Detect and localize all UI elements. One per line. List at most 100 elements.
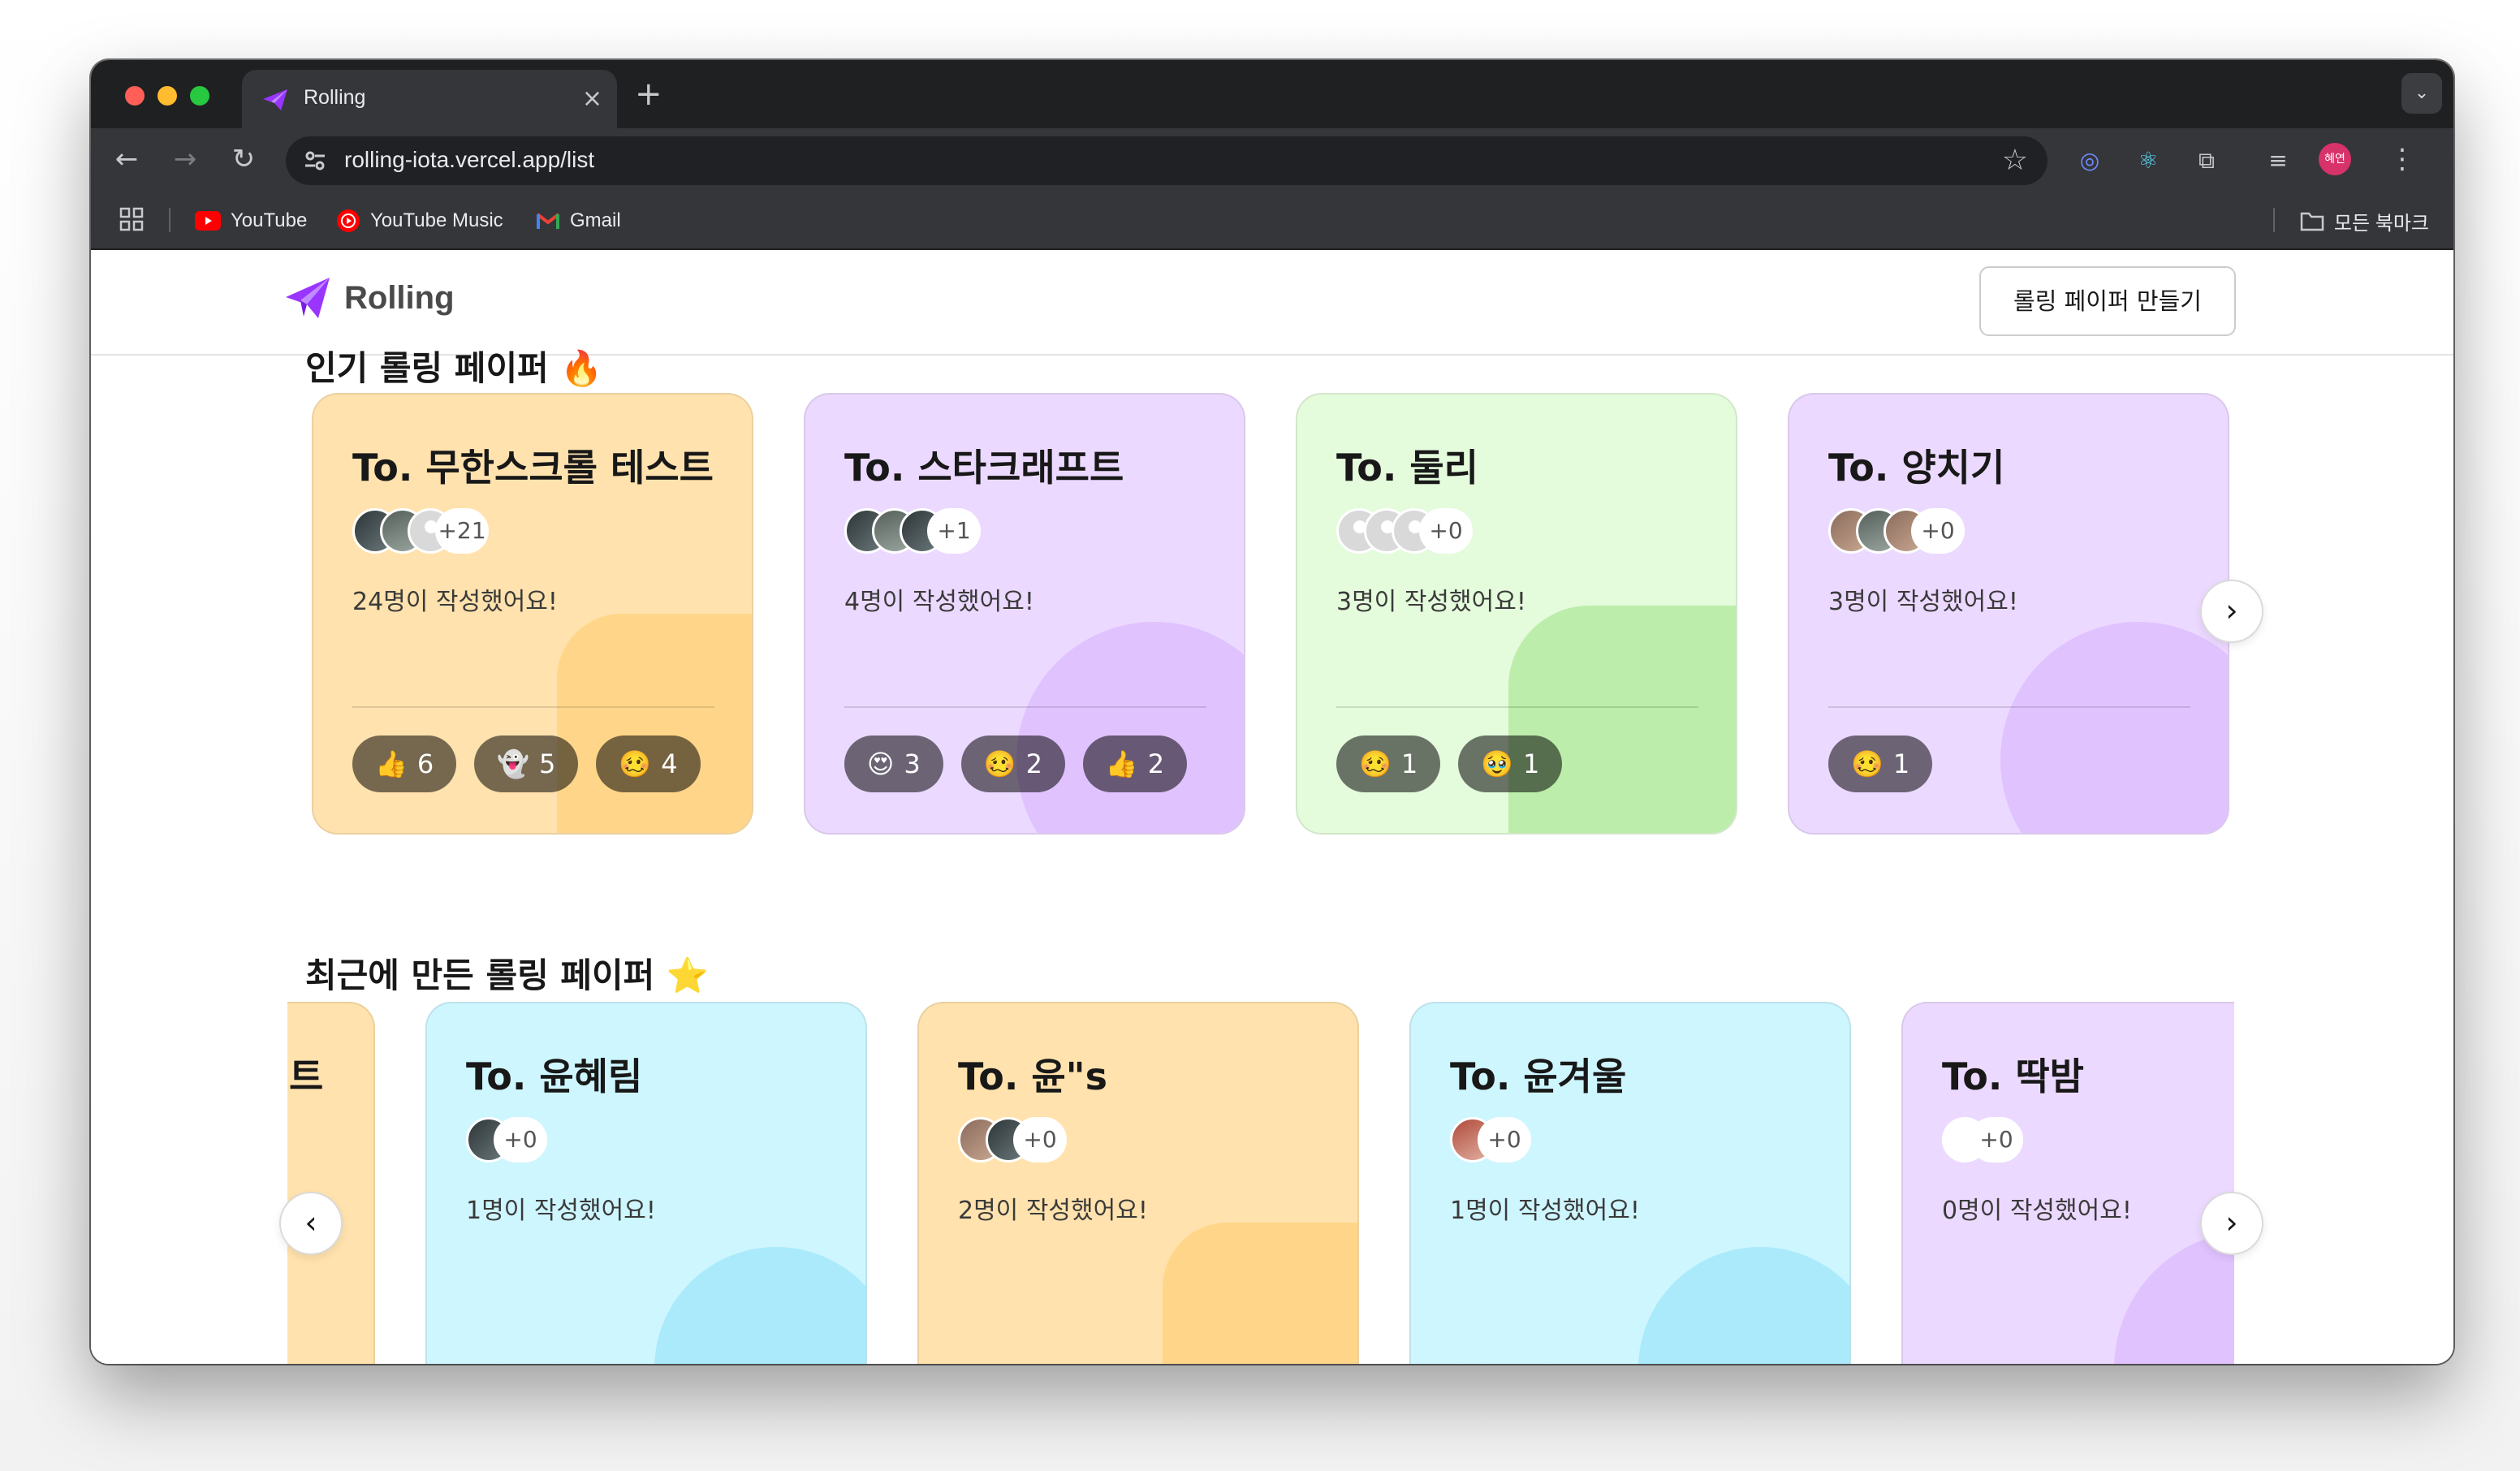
forward-arrow-icon[interactable]: → bbox=[166, 140, 205, 179]
card-decoration bbox=[1508, 606, 1736, 833]
writer-avatars: +0 bbox=[1828, 508, 1965, 554]
reaction-badge: 😍 3 bbox=[844, 736, 943, 792]
card-decoration bbox=[654, 1247, 865, 1364]
rolling-paper-card[interactable]: To. 양치기 +0 3명이 작성했어요! 🥴 1 bbox=[1788, 393, 2229, 835]
writer-avatars: +0 bbox=[466, 1117, 547, 1163]
profile-avatar[interactable]: 혜연 bbox=[2319, 143, 2351, 175]
tab-search-button[interactable]: ⌄ bbox=[2401, 73, 2442, 114]
browser-tab[interactable]: Rolling × bbox=[242, 70, 617, 128]
bookmark-gmail[interactable]: Gmail bbox=[536, 206, 621, 235]
reaction-badge: 🥴 1 bbox=[1828, 736, 1933, 792]
reaction-count: 1 bbox=[1892, 748, 1910, 779]
card-recipient: To. 딱밤 bbox=[1942, 1055, 2085, 1098]
reaction-list: 😍 3 🥴 2 👍 2 bbox=[844, 736, 1188, 792]
reaction-emoji: 🥴 bbox=[983, 748, 1016, 779]
extensions-puzzle-icon[interactable]: ⧉ bbox=[2189, 143, 2224, 179]
logo[interactable]: Rolling bbox=[284, 276, 455, 320]
card-decoration bbox=[1016, 622, 1244, 833]
rolling-paper-card[interactable]: To. 둘리 +0 3명이 작성했어요! 🥴 1 🥹 1 bbox=[1296, 393, 1737, 835]
more-writers-badge: +0 bbox=[494, 1117, 547, 1163]
close-window-button[interactable] bbox=[125, 86, 145, 106]
paper-plane-logo-icon bbox=[286, 278, 330, 318]
reaction-emoji: 😍 bbox=[867, 748, 895, 779]
url-text: rolling-iota.vercel.app/list bbox=[344, 147, 595, 172]
all-bookmarks-button[interactable]: 모든 북마크 bbox=[2300, 206, 2429, 235]
writer-count: 3명이 작성했어요! bbox=[1336, 588, 1526, 616]
bookmark-youtube[interactable]: YouTube bbox=[195, 206, 307, 235]
next-arrow-button[interactable]: › bbox=[2200, 1192, 2263, 1255]
card-divider bbox=[844, 706, 1206, 708]
reaction-emoji: 👍 bbox=[1105, 748, 1138, 779]
reaction-emoji: 👍 bbox=[375, 748, 408, 779]
create-rolling-paper-button[interactable]: 롤링 페이퍼 만들기 bbox=[1979, 266, 2236, 336]
reaction-count: 5 bbox=[539, 748, 556, 779]
row-right-mask bbox=[2234, 1002, 2453, 1364]
card-decoration bbox=[1638, 1247, 1849, 1364]
bookmark-label: YouTube bbox=[231, 209, 308, 231]
writer-avatars: +1 bbox=[844, 508, 981, 554]
reaction-badge: 👍 6 bbox=[352, 736, 457, 792]
rolling-paper-card[interactable]: To. 윤"s +0 2명이 작성했어요! bbox=[917, 1002, 1359, 1364]
writer-count: 3명이 작성했어요! bbox=[1828, 588, 2018, 616]
reload-icon[interactable]: ↻ bbox=[224, 140, 263, 179]
page-content: Rolling 롤링 페이퍼 만들기 인기 롤링 페이퍼 🔥 To. 무한스크롤… bbox=[91, 250, 2453, 1364]
card-recipient: 트 bbox=[289, 1055, 324, 1098]
site-info-icon[interactable] bbox=[302, 148, 328, 174]
prev-arrow-button[interactable]: ‹ bbox=[279, 1192, 343, 1255]
browser-window: Rolling × + ⌄ ← → ↻ rolling-iota.vercel.… bbox=[91, 60, 2453, 1364]
rolling-paper-card[interactable]: To. 스타크래프트 +1 4명이 작성했어요! 😍 3 🥴 2 👍 2 bbox=[804, 393, 1245, 835]
rolling-paper-card[interactable]: To. 윤혜림 +0 1명이 작성했어요! bbox=[425, 1002, 867, 1364]
maximize-window-button[interactable] bbox=[190, 86, 209, 106]
media-controls-icon[interactable]: ≡ bbox=[2260, 143, 2296, 179]
writer-count: 1명이 작성했어요! bbox=[466, 1197, 656, 1225]
reaction-badge: 🥹 1 bbox=[1458, 736, 1563, 792]
card-divider bbox=[1828, 706, 2190, 708]
recent-card-row: 트 To. 윤혜림 +0 1명이 작성했어요! To. 윤"s +0 2명이 작… bbox=[91, 1002, 2453, 1364]
reaction-emoji: 🥴 bbox=[619, 748, 652, 779]
browser-menu-icon[interactable]: ⋮ bbox=[2388, 140, 2416, 179]
minimize-window-button[interactable] bbox=[158, 86, 177, 106]
back-arrow-icon[interactable]: ← bbox=[107, 140, 146, 179]
folder-icon bbox=[2300, 212, 2324, 231]
rolling-paper-card[interactable]: To. 윤겨울 +0 1명이 작성했어요! bbox=[1409, 1002, 1851, 1364]
writer-avatars: +0 bbox=[1450, 1117, 1531, 1163]
site-header: Rolling 롤링 페이퍼 만들기 bbox=[91, 250, 2453, 356]
recent-section-title: 최근에 만든 롤링 페이퍼 ⭐️ bbox=[305, 956, 710, 995]
writer-count: 0명이 작성했어요! bbox=[1942, 1197, 2132, 1225]
card-decoration bbox=[557, 614, 752, 833]
address-bar[interactable]: rolling-iota.vercel.app/list ☆ bbox=[286, 136, 2048, 185]
youtube-music-icon bbox=[337, 209, 360, 232]
reaction-emoji: 🥴 bbox=[1359, 748, 1392, 779]
bookmark-youtube-music[interactable]: YouTube Music bbox=[336, 206, 503, 235]
popular-card-row: To. 무한스크롤 테스트 +21 24명이 작성했어요! 👍 6 👻 5 🥴 4 bbox=[91, 393, 2453, 848]
read-aloud-extension-icon[interactable]: ◎ bbox=[2072, 143, 2108, 179]
card-recipient: To. 윤"s bbox=[958, 1055, 1108, 1098]
youtube-icon bbox=[195, 211, 221, 231]
reaction-count: 2 bbox=[1025, 748, 1042, 779]
apps-grid-icon[interactable] bbox=[119, 206, 145, 232]
tab-close-icon[interactable]: × bbox=[582, 83, 602, 115]
card-recipient: To. 양치기 bbox=[1828, 446, 2005, 490]
card-decoration bbox=[1163, 1223, 1357, 1364]
bookmark-star-icon[interactable]: ☆ bbox=[2002, 143, 2028, 179]
reaction-badge: 🥴 2 bbox=[960, 736, 1065, 792]
react-devtools-icon[interactable]: ⚛ bbox=[2130, 143, 2166, 179]
bookmark-label: Gmail bbox=[570, 209, 621, 231]
more-writers-badge: +0 bbox=[1478, 1117, 1531, 1163]
reaction-list: 🥴 1 🥹 1 bbox=[1336, 736, 1563, 792]
more-writers-badge: +0 bbox=[1911, 508, 1965, 554]
reaction-badge: 👍 2 bbox=[1082, 736, 1188, 792]
more-writers-badge: +0 bbox=[1013, 1117, 1067, 1163]
bookmark-label: YouTube Music bbox=[370, 209, 503, 231]
writer-avatars: +0 bbox=[1942, 1117, 2023, 1163]
rolling-paper-card[interactable]: To. 무한스크롤 테스트 +21 24명이 작성했어요! 👍 6 👻 5 🥴 4 bbox=[312, 393, 753, 835]
bookmarks-bar: YouTube YouTube Music Gmail 모든 북마크 bbox=[91, 192, 2453, 250]
browser-toolbar: ← → ↻ rolling-iota.vercel.app/list ☆ ◎ ⚛… bbox=[91, 128, 2453, 192]
reaction-count: 1 bbox=[1523, 748, 1540, 779]
card-recipient: To. 윤혜림 bbox=[466, 1055, 643, 1098]
bookmark-divider bbox=[2273, 208, 2275, 232]
reaction-count: 2 bbox=[1147, 748, 1165, 779]
next-arrow-button[interactable]: › bbox=[2200, 580, 2263, 643]
new-tab-button[interactable]: + bbox=[635, 75, 662, 114]
popular-section-title: 인기 롤링 페이퍼 🔥 bbox=[305, 348, 603, 388]
